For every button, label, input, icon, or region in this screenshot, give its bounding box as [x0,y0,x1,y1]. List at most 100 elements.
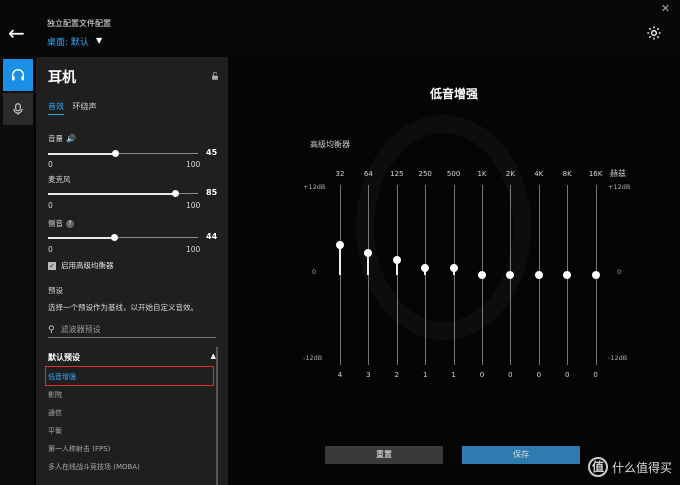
advanced-eq-toggle[interactable]: ✓ 启用高级均衡器 [48,260,114,271]
eq-band-thumb[interactable] [478,271,486,279]
tab-effects[interactable]: 音效 [48,101,64,115]
default-presets-header[interactable]: 默认预设 ▲ [48,352,216,363]
preset-item[interactable]: 低音增强 [48,372,76,382]
help-icon[interactable]: ? [66,219,74,228]
eq-band-thumb[interactable] [449,263,458,272]
volume-min: 0 [48,160,53,169]
hz-unit-label: 赫兹 [610,169,626,178]
scale-bottom-right: -12dB [608,354,628,362]
sidetone-slider-thumb[interactable] [110,234,118,241]
preset-item[interactable]: 多人在线战斗竞技场 (MOBA) [48,462,140,472]
headset-silhouette [356,115,531,340]
unlock-icon[interactable] [210,71,220,81]
eq-band-thumb[interactable] [336,241,344,249]
preset-item[interactable]: 第一人称射击 (FPS) [48,444,110,454]
profile-label: 独立配置文件配置 [47,19,111,28]
microphone-tab[interactable] [3,93,33,125]
eq-band-frequency-label: 8K [562,170,572,178]
eq-band-value-label: 0 [536,371,542,379]
eq-band-frequency-label: 250 [418,170,432,178]
eq-band-thumb[interactable] [534,271,543,279]
eq-band-value-label: 4 [337,371,343,379]
back-arrow-icon[interactable]: ← [8,22,30,44]
eq-band-slider[interactable] [340,185,341,365]
eq-band-value-label: 1 [451,371,456,379]
mic-value: 85 [206,188,218,197]
preset-item[interactable]: 影院 [48,390,62,400]
mic-label-text: 麦克风 [48,175,71,184]
settings-panel: 耳机 音效 环绕声 音量 🔊 45 0 100 麦克风 85 0 100 侧音 … [36,57,228,485]
gear-icon[interactable] [646,25,662,41]
sidetone-min: 0 [48,245,53,254]
eq-band-slider[interactable] [368,185,370,365]
reset-button[interactable]: 重置 [325,446,443,464]
sidetone-value: 44 [206,232,218,241]
volume-max: 100 [186,160,201,169]
scale-top-right: +12dB [608,183,631,191]
checkbox-checked-icon[interactable]: ✓ [48,261,56,270]
headphones-tab[interactable] [3,59,33,91]
scale-bottom-left: -12dB [303,354,323,362]
eq-band-frequency-label: 125 [390,170,404,178]
device-rail [0,57,34,485]
preset-item[interactable]: 平衡 [48,426,62,436]
top-bar: ← 独立配置文件配置 桌面: 默认 ▼ ✕ [0,0,680,57]
speaker-icon: 🔊 [66,134,76,143]
scale-mid-right: 0 [617,268,622,276]
preset-heading: 预设 [48,286,63,295]
eq-band-fill [339,245,341,275]
preset-search-input[interactable]: ⚲ 滤波器预设 [48,322,216,338]
eq-band-value-label: 0 [508,371,513,379]
sidetone-label-text: 侧音 [48,219,63,228]
eq-band-frequency-label: 4K [534,170,544,178]
eq-band-value-label: 0 [593,371,598,379]
eq-band-thumb[interactable] [563,271,572,279]
mic-slider-fill [48,192,176,195]
volume-label-text: 音量 [48,134,63,143]
watermark-logo-icon: 值 [587,457,608,477]
eq-band-thumb[interactable] [421,263,430,272]
close-icon[interactable]: ✕ [661,2,670,15]
mic-min: 0 [48,201,53,210]
eq-band-frequency-label: 500 [446,170,461,178]
sidetone-slider[interactable] [48,234,198,241]
watermark: 值 什么值得买 [587,457,672,477]
panel-title: 耳机 [48,70,76,86]
preset-description: 选择一个预设作为基线，以开始自定义音效。 [48,303,198,312]
chevron-down-icon[interactable]: ▼ [96,36,102,45]
scale-mid-left: 0 [312,268,317,276]
eq-band-value-label: 3 [366,371,371,379]
headphones-icon [12,69,24,81]
tab-surround[interactable]: 环绕声 [73,101,97,114]
mic-label: 麦克风 [48,174,71,185]
eq-band-frequency-label: 1K [477,170,487,178]
panel-tabs: 音效 环绕声 [48,101,103,115]
search-placeholder: 滤波器预设 [60,325,101,334]
eq-band-value-label: 0 [479,371,485,379]
volume-slider-thumb[interactable] [112,150,119,157]
sidetone-max: 100 [186,245,201,254]
eq-band-value-label: 1 [422,371,428,379]
equalizer-area: 低音增强 高级均衡器 赫兹 +12dB 0 -12dB +12dB 0 -12d… [228,57,680,485]
volume-label: 音量 🔊 [48,133,76,144]
profile-selector[interactable]: 桌面: 默认 [47,35,89,48]
eq-band-frequency-label: 32 [335,170,345,178]
eq-band-thumb[interactable] [364,248,373,257]
eq-band-value-label: 2 [394,371,400,379]
default-presets-label: 默认预设 [48,353,80,362]
mic-slider-thumb[interactable] [172,190,179,197]
volume-slider[interactable] [48,150,198,157]
preset-scrollbar[interactable] [216,347,218,485]
eq-band-slider[interactable] [453,185,455,365]
mic-slider[interactable] [48,190,198,197]
eq-band-slider[interactable] [425,185,427,365]
preset-item[interactable]: 通信 [48,408,62,418]
eq-band-slider[interactable] [396,185,398,365]
eq-preset-title: 低音增强 [429,87,478,101]
eq-band-thumb[interactable] [392,256,401,264]
microphone-icon [13,103,23,115]
watermark-text: 什么值得买 [611,460,672,475]
eq-band-thumb[interactable] [591,271,600,279]
save-button[interactable]: 保存 [462,446,580,464]
volume-value: 45 [206,148,218,157]
